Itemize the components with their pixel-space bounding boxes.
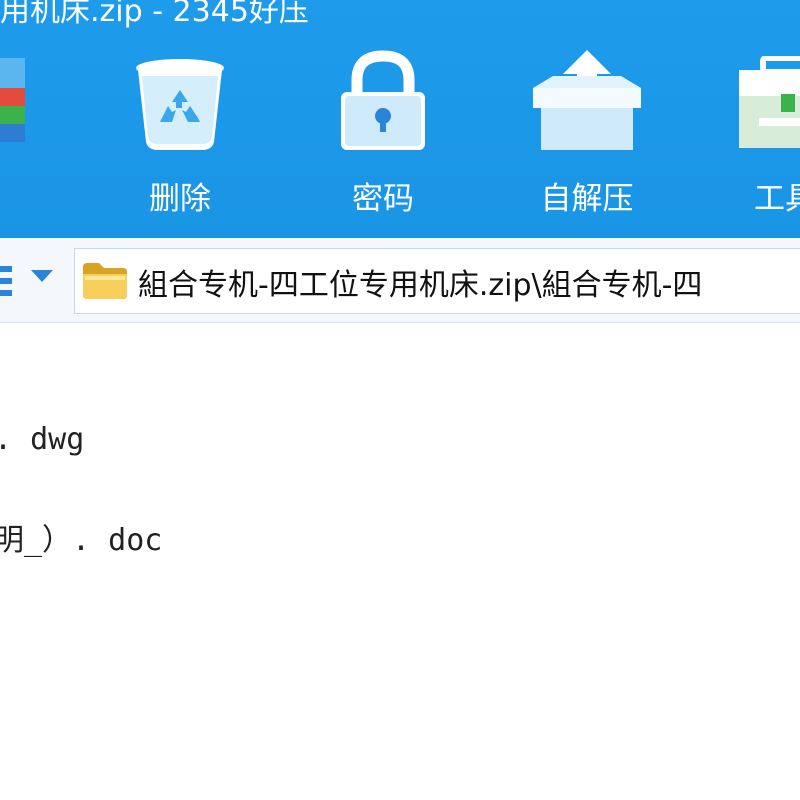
toolbar-label-delete: 删除 <box>149 181 211 217</box>
file-item[interactable]: . dwg <box>0 422 84 457</box>
window-title: 用机床.zip - 2345好压 <box>0 0 309 29</box>
self-extract-button[interactable]: 自解压 <box>502 48 672 228</box>
address-path[interactable]: 組合专机-四工位专用机床.zip\組合专机-四 <box>138 260 702 304</box>
toolbar-label-self-extract: 自解压 <box>540 181 634 217</box>
extract-to-icon <box>0 58 25 152</box>
toolbar-label-extract: 到 <box>0 173 70 218</box>
folder-icon <box>82 262 128 304</box>
lock-icon <box>335 50 431 158</box>
recycle-bin-icon <box>132 56 228 156</box>
password-button[interactable]: 密码 <box>298 48 468 228</box>
tools-button[interactable]: 工具 <box>700 48 800 228</box>
extract-to-button[interactable]: 到 <box>0 48 70 228</box>
view-list-icon[interactable] <box>0 262 12 306</box>
delete-button[interactable]: 删除 <box>95 48 265 228</box>
toolbar: 用机床.zip - 2345好压 到 <box>0 0 800 238</box>
toolbar-label-password: 密码 <box>352 181 414 217</box>
file-item[interactable]: 明_）. doc <box>0 515 162 559</box>
toolbox-icon <box>737 55 800 156</box>
toolbar-label-tools: 工具 <box>754 181 800 217</box>
chevron-down-icon[interactable] <box>31 270 53 282</box>
self-extract-box-icon <box>529 48 645 156</box>
